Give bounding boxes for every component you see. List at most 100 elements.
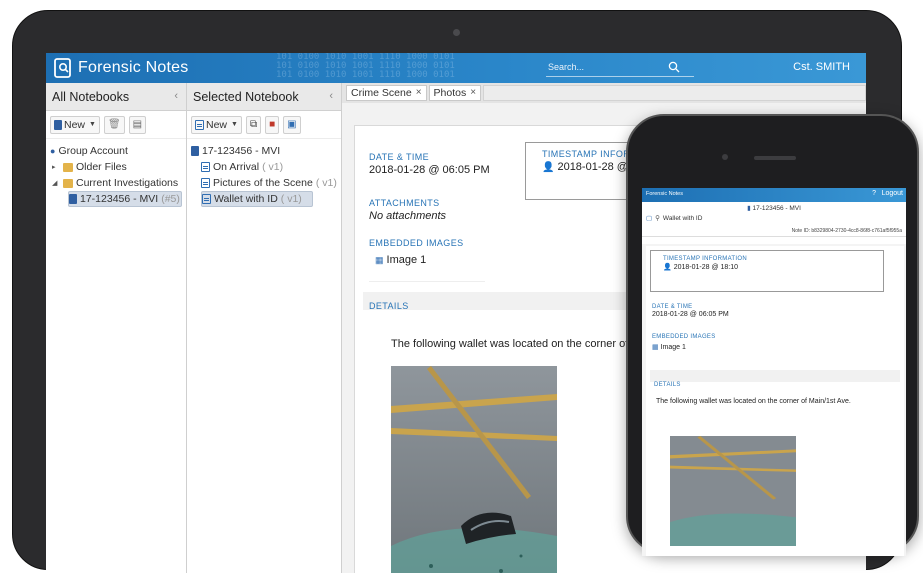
notebook-logo-icon bbox=[54, 58, 71, 78]
panel-header: All Notebooks ‹ bbox=[46, 83, 186, 111]
delete-button[interactable]: 🗑 bbox=[103, 115, 125, 134]
tag-input[interactable] bbox=[483, 85, 866, 101]
user-icon: 👤 bbox=[542, 161, 555, 173]
attachments-value: No attachments bbox=[369, 210, 447, 222]
mobile-wallet-photo[interactable] bbox=[670, 436, 796, 546]
mobile-date-time-value: 2018-01-28 @ 06:05 PM bbox=[652, 311, 729, 318]
search-icon[interactable] bbox=[668, 61, 680, 73]
logout-link[interactable]: Logout bbox=[882, 190, 903, 197]
folder-icon bbox=[63, 178, 73, 188]
attachments-label: Attachments bbox=[369, 198, 440, 208]
tree-item-notebook-selected[interactable]: 17-123456 - MVI (#5) bbox=[68, 191, 182, 207]
help-icon[interactable]: ? bbox=[872, 190, 876, 197]
new-note-button[interactable]: New ▼ bbox=[191, 115, 242, 134]
pdf-icon: ■ bbox=[269, 119, 276, 130]
panel-header: Selected Notebook ‹ bbox=[187, 83, 341, 111]
date-time-label: Date & Time bbox=[369, 152, 430, 162]
report-icon: ▣ bbox=[287, 119, 297, 130]
mobile-embedded-label: Embedded Images bbox=[652, 334, 716, 340]
image-file-icon: ▦ bbox=[375, 254, 384, 265]
tablet-camera bbox=[453, 29, 460, 36]
date-time-value: 2018-01-28 @ 06:05 PM bbox=[369, 164, 490, 176]
caret-down-icon: ▼ bbox=[89, 121, 96, 128]
note-icon bbox=[201, 162, 210, 172]
mobile-note-id: Note ID: b8329804-2730-4cc8-86f8-c761af5… bbox=[642, 224, 906, 237]
mobile-details-text: The following wallet was located on the … bbox=[656, 398, 851, 405]
mobile-timestamp-box: TIMESTAMP INFORMATION 👤 2018-01-28 @ 18:… bbox=[650, 250, 884, 292]
app-name: Forensic Notes bbox=[78, 59, 189, 76]
notebook-icon bbox=[54, 119, 62, 130]
chevron-left-icon[interactable]: ‹ bbox=[174, 90, 178, 102]
mobile-notebook-title: ▮ 17-123456 - MVI bbox=[747, 205, 801, 212]
mobile-embedded-image-link[interactable]: ▦ Image 1 bbox=[652, 343, 716, 351]
phone-screen: Forensic Notes ? Logout ▮ 17-123456 - MV… bbox=[642, 188, 906, 556]
new-notebook-button[interactable]: New ▼ bbox=[50, 115, 100, 134]
all-notebooks-panel: All Notebooks ‹ New ▼ 🗑 ▤ ● Group Accoun… bbox=[46, 83, 187, 573]
embedded-images-label: Embedded Images bbox=[369, 238, 464, 248]
document-icon: ▤ bbox=[132, 119, 143, 130]
app-header: 101 0100 1010 1001 1110 1000 0101 101 01… bbox=[46, 53, 866, 83]
list-item[interactable]: Pictures of the Scene ( v1) bbox=[191, 175, 337, 191]
mobile-timestamp-label: TIMESTAMP INFORMATION bbox=[663, 256, 747, 262]
embedded-images-section: Embedded Images ▦ Image 1 bbox=[369, 238, 485, 282]
caret-down-icon: ▼ bbox=[231, 121, 238, 128]
panel-title: Selected Notebook bbox=[193, 90, 299, 104]
date-time-section: Date & Time 2018-01-28 @ 06:05 PM bbox=[369, 152, 490, 176]
mobile-note-body: TIMESTAMP INFORMATION 👤 2018-01-28 @ 18:… bbox=[642, 244, 906, 556]
user-icon: 👤 bbox=[663, 264, 672, 271]
note-icon bbox=[202, 194, 211, 204]
middle-toolbar: New ▼ ⧉ ■ ▣ bbox=[187, 111, 341, 139]
note-icon: ▢ bbox=[646, 215, 653, 222]
tree-item-group-account[interactable]: ● Group Account bbox=[50, 143, 182, 159]
mobile-app-name[interactable]: Forensic Notes bbox=[646, 191, 683, 197]
copy-icon: ⧉ bbox=[249, 119, 258, 130]
mobile-note-row[interactable]: ▢ ⚲ Wallet with ID bbox=[642, 212, 906, 224]
trash-icon: 🗑 bbox=[107, 119, 121, 130]
tag-bar: Crime Scene × Photos × bbox=[342, 83, 866, 103]
header-binary-pattern: 101 0100 1010 1001 1110 1000 0101 101 01… bbox=[276, 53, 455, 80]
embedded-image-link[interactable]: ▦ Image 1 bbox=[375, 254, 485, 266]
copy-button[interactable]: ⧉ bbox=[245, 115, 262, 134]
tag-crime-scene[interactable]: Crime Scene × bbox=[346, 85, 427, 101]
selected-notebook-panel: Selected Notebook ‹ New ▼ ⧉ ■ ▣ 17-12345… bbox=[187, 83, 342, 573]
user-menu[interactable]: Cst. SMITH bbox=[793, 61, 850, 73]
phone-device: Forensic Notes ? Logout ▮ 17-123456 - MV… bbox=[626, 114, 919, 556]
tree-item-current-investigations[interactable]: ◢ Current Investigations bbox=[50, 175, 182, 191]
wallet-scene-photo[interactable] bbox=[391, 366, 557, 573]
panel-title: All Notebooks bbox=[52, 90, 130, 104]
note-icon bbox=[201, 178, 210, 188]
attachments-section: Attachments No attachments bbox=[369, 198, 447, 222]
mobile-details-header: Details bbox=[650, 370, 900, 388]
list-item-selected[interactable]: Wallet with ID ( v1) bbox=[201, 191, 313, 207]
phone-camera bbox=[722, 154, 728, 160]
notebook-icon bbox=[69, 194, 77, 204]
chevron-left-icon[interactable]: ‹ bbox=[329, 90, 333, 102]
notebook-header: 17-123456 - MVI bbox=[191, 143, 337, 159]
phone-speaker bbox=[754, 156, 796, 160]
image-file-icon: ▦ bbox=[652, 344, 659, 351]
mobile-note-card: TIMESTAMP INFORMATION 👤 2018-01-28 @ 18:… bbox=[646, 246, 904, 556]
mobile-timestamp-value: 2018-01-28 @ 18:10 bbox=[673, 263, 739, 271]
mobile-date-time-label: Date & Time bbox=[652, 304, 693, 310]
notebook-tree: ● Group Account ▸ Older Files ◢ Current … bbox=[46, 139, 186, 211]
notebook-icon: ▮ bbox=[747, 205, 751, 212]
link-icon: ⚲ bbox=[655, 215, 660, 222]
notebook-icon bbox=[191, 146, 199, 156]
folder-icon bbox=[63, 162, 73, 172]
tree-item-older-files[interactable]: ▸ Older Files bbox=[50, 159, 182, 175]
mobile-embedded-section: Embedded Images ▦ Image 1 bbox=[652, 334, 716, 351]
expand-arrow-icon[interactable]: ▸ bbox=[52, 163, 60, 171]
pdf-button[interactable]: ■ bbox=[265, 115, 280, 134]
tag-photos[interactable]: Photos × bbox=[428, 85, 482, 101]
app-logo[interactable]: Forensic Notes bbox=[54, 58, 188, 78]
mobile-date-time-section: Date & Time 2018-01-28 @ 06:05 PM bbox=[652, 304, 729, 318]
print-button[interactable]: ▤ bbox=[128, 115, 147, 134]
collapse-arrow-icon[interactable]: ◢ bbox=[52, 179, 60, 187]
close-icon[interactable]: × bbox=[416, 87, 422, 99]
report-button[interactable]: ▣ bbox=[283, 115, 301, 134]
note-icon bbox=[195, 119, 204, 130]
list-item[interactable]: On Arrival ( v1) bbox=[191, 159, 337, 175]
close-icon[interactable]: × bbox=[470, 87, 476, 99]
mobile-app-header: Forensic Notes ? Logout bbox=[642, 188, 906, 202]
mobile-details-label: Details bbox=[654, 382, 681, 388]
